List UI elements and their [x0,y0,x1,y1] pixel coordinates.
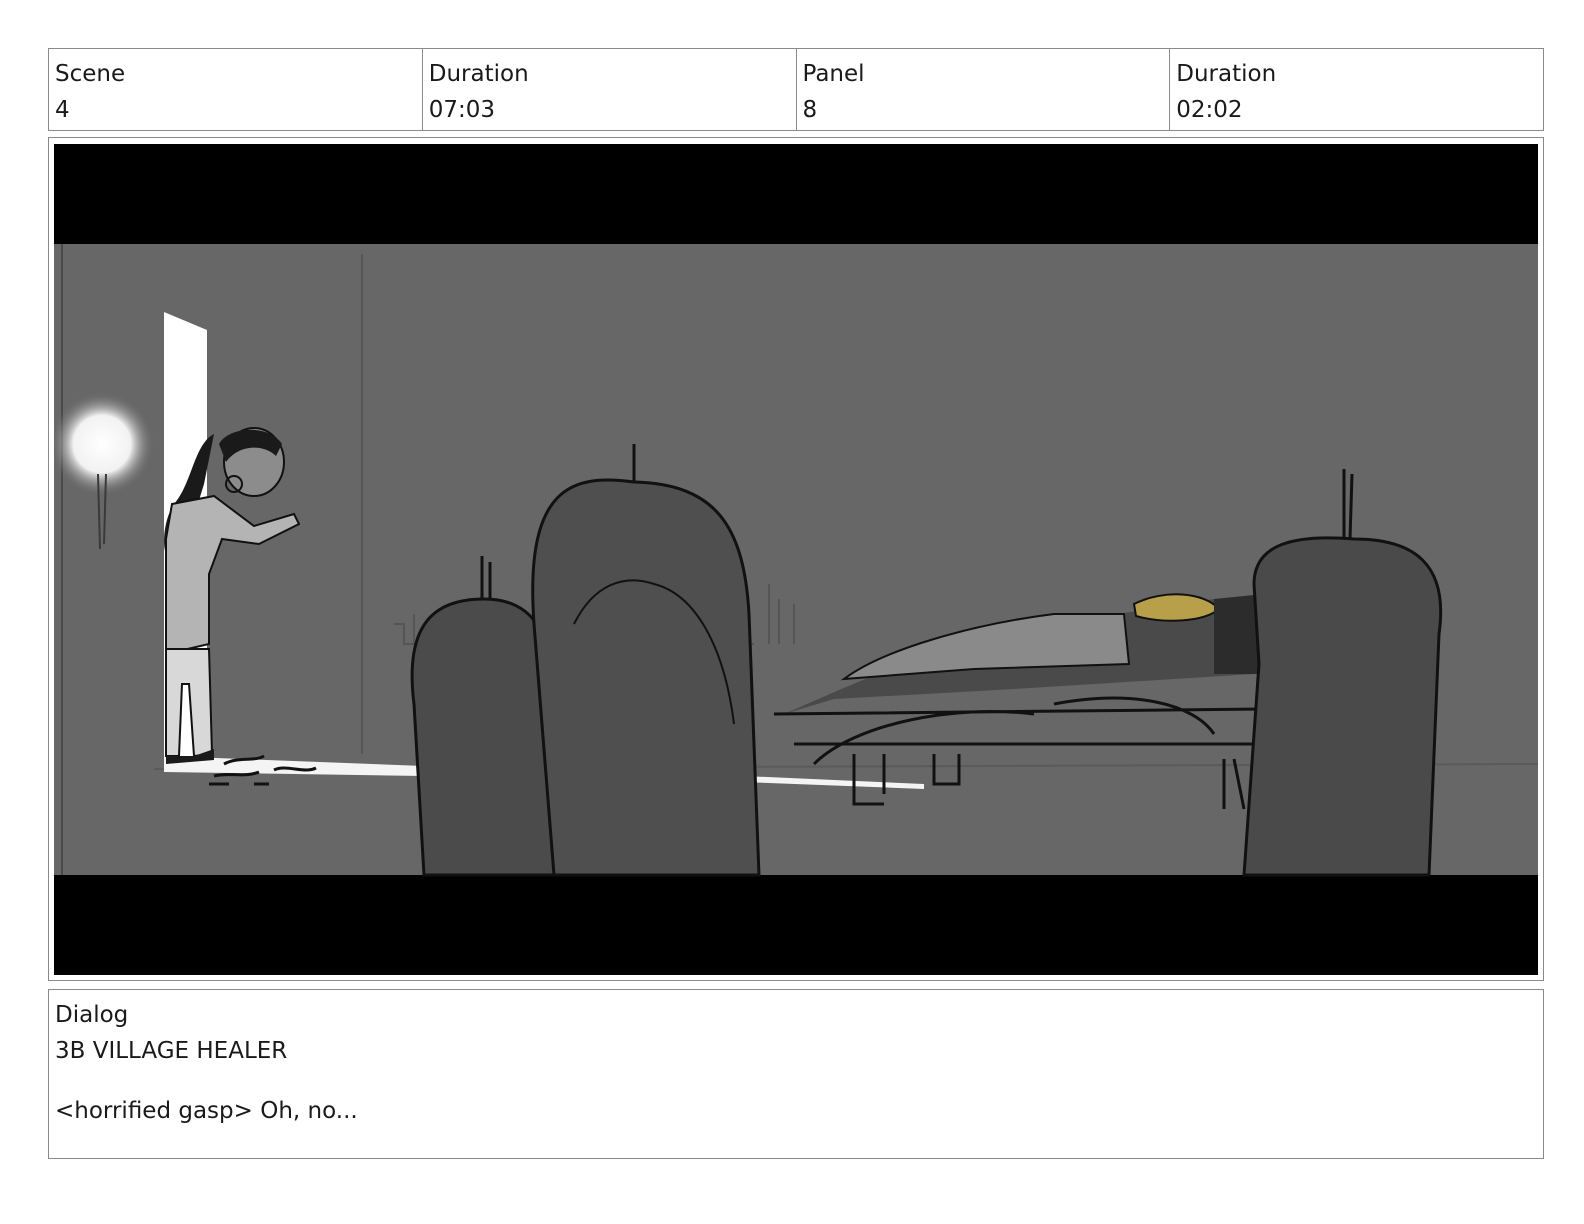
scene-label: Scene [55,61,126,87]
scene-duration-cell: Duration 07:03 [423,49,797,130]
dialog-label: Dialog [55,1002,129,1028]
panel-duration-label: Duration [1176,61,1277,87]
storyboard-panel-image [54,144,1538,975]
panel-duration-value: 02:02 [1176,97,1243,123]
dialog-box: Dialog 3B VILLAGE HEALER <horrified gasp… [48,989,1544,1159]
dialog-line: <horrified gasp> Oh, no... [55,1098,358,1124]
panel-duration-cell: Duration 02:02 [1170,49,1543,130]
storyboard-sketch [54,144,1538,975]
wall-lamp-glow [54,392,154,496]
dialog-speaker: 3B VILLAGE HEALER [55,1038,288,1064]
scene-duration-value: 07:03 [428,97,496,123]
panel-cell: Panel 8 [797,49,1171,130]
panel-info-table: Scene 4 Duration 07:03 Panel 8 Duration … [48,48,1544,131]
letterbox-top [54,144,1538,244]
scene-cell: Scene 4 [49,49,423,130]
letterbox-bottom [54,875,1538,975]
panel-value: 8 [802,97,818,123]
scene-duration-label: Duration [428,61,529,87]
scene-value: 4 [55,97,70,123]
panel-label: Panel [802,61,865,87]
storyboard-panel-frame [48,137,1544,981]
